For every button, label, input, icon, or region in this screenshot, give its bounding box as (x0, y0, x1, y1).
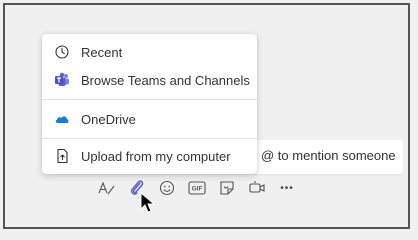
menu-item-label: OneDrive (81, 111, 136, 127)
compose-placeholder: @ to mention someone (261, 148, 396, 163)
menu-item-upload[interactable]: Upload from my computer (42, 142, 257, 170)
menu-item-browse-teams[interactable]: Browse Teams and Channels (42, 66, 257, 94)
menu-item-label: Recent (81, 44, 123, 60)
teams-icon (54, 72, 70, 88)
compose-box[interactable]: @ to mention someone (253, 140, 403, 174)
meet-now-icon[interactable] (246, 177, 268, 199)
mouse-pointer-icon (140, 191, 156, 219)
format-icon[interactable] (96, 177, 118, 199)
more-dots: ••• (280, 182, 294, 194)
menu-divider (42, 99, 257, 100)
upload-icon (54, 148, 70, 164)
menu-divider (42, 138, 257, 139)
gif-icon[interactable]: GIF (186, 177, 208, 199)
clock-icon (54, 44, 70, 60)
emoji-icon[interactable] (156, 177, 178, 199)
menu-item-label: Browse Teams and Channels (81, 72, 250, 88)
menu-item-onedrive[interactable]: OneDrive (42, 105, 257, 133)
compose-toolbar: GIF ••• (96, 177, 306, 199)
onedrive-icon (54, 111, 70, 127)
svg-text:GIF: GIF (192, 186, 203, 193)
sticker-icon[interactable] (216, 177, 238, 199)
menu-item-recent[interactable]: Recent (42, 38, 257, 66)
menu-item-label: Upload from my computer (81, 148, 231, 164)
attach-menu: Recent Browse Teams and Channels OneDriv… (42, 34, 257, 174)
more-icon[interactable]: ••• (276, 177, 298, 199)
